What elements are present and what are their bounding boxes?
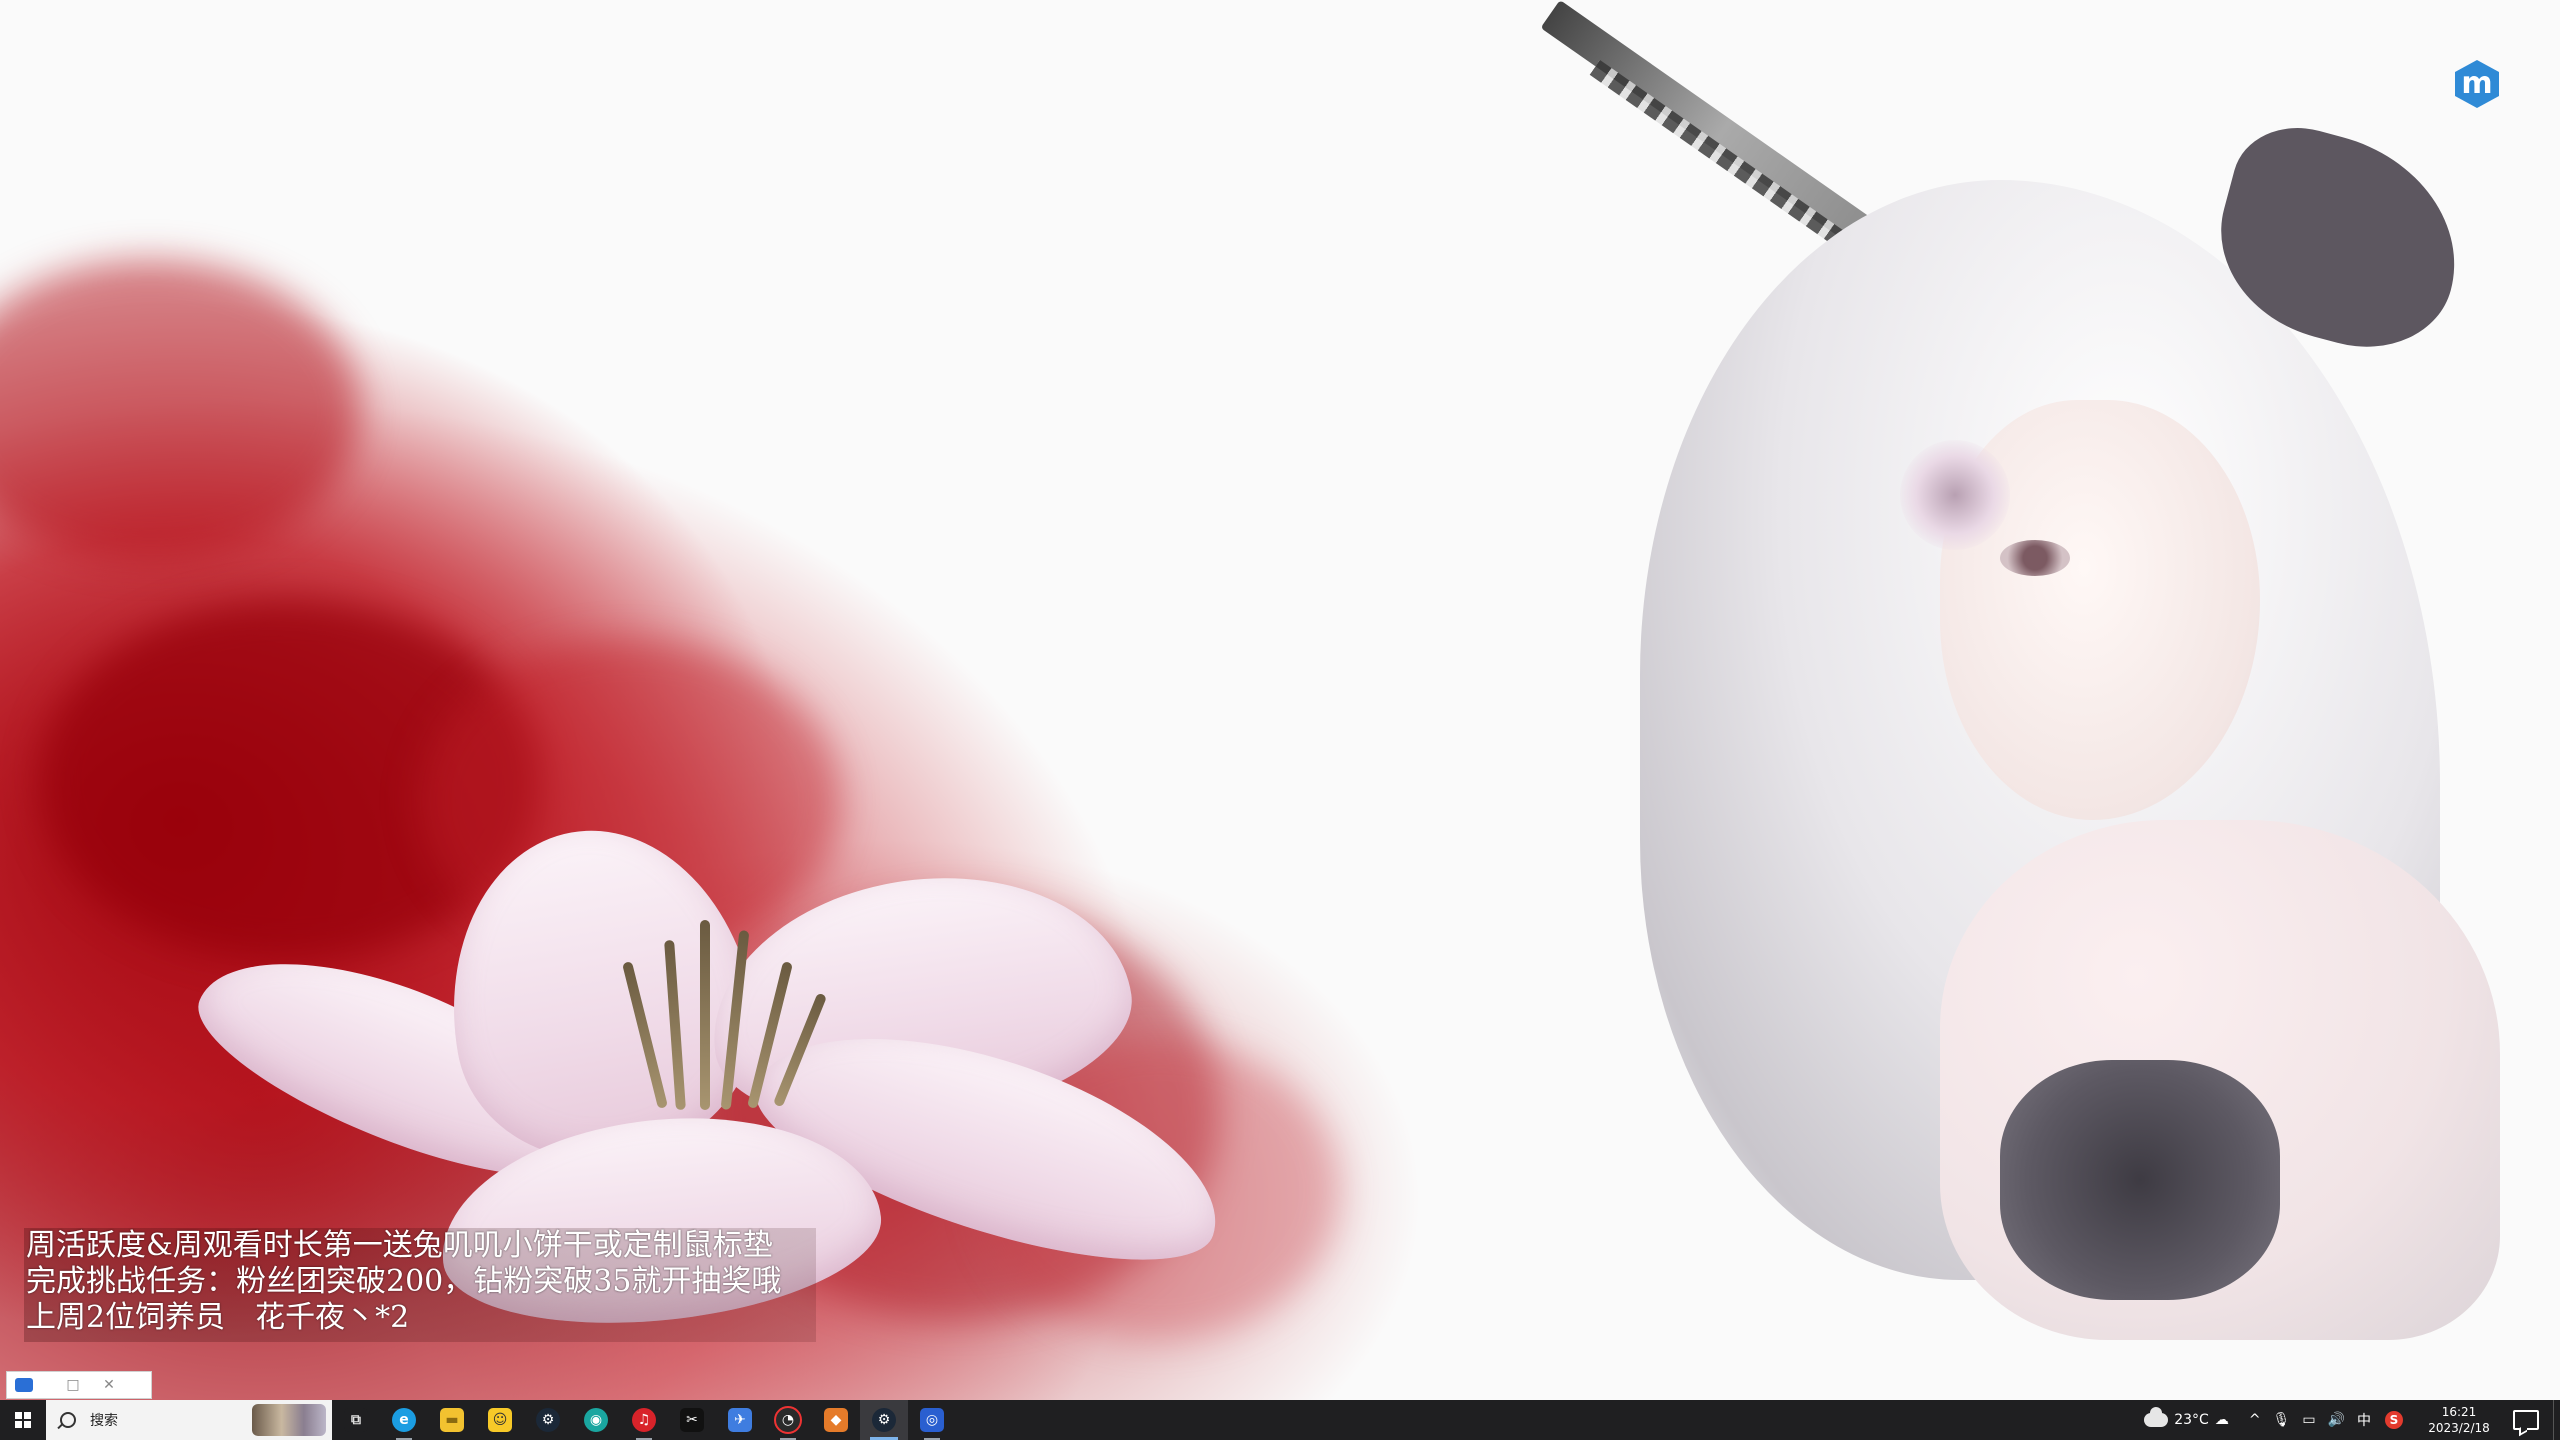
steam-icon: ⚙ xyxy=(872,1408,896,1432)
notification-center-icon[interactable] xyxy=(2513,1410,2539,1430)
temperature: 23°C xyxy=(2174,1412,2209,1428)
app-icon xyxy=(15,1378,33,1392)
taskbar-app-edge[interactable]: e xyxy=(380,1400,428,1440)
taskbar-app-qq-game[interactable]: ☺ xyxy=(476,1400,524,1440)
overlay-line: 上周2位饲养员 花千夜丶*2 xyxy=(26,1300,410,1335)
clock[interactable]: 16:21 2023/2/18 xyxy=(2421,1404,2497,1436)
taskbar-app-teal[interactable]: ◉ xyxy=(572,1400,620,1440)
steam-icon: ⚙ xyxy=(536,1408,560,1432)
ime-indicator[interactable]: 中 xyxy=(2357,1410,2371,1430)
edge-icon: e xyxy=(392,1408,416,1432)
show-desktop-button[interactable] xyxy=(2553,1400,2560,1440)
folder-icon: ▬ xyxy=(440,1408,464,1432)
corner-logo-icon[interactable]: m xyxy=(2455,60,2499,108)
bluebird-icon: ✈ xyxy=(728,1408,752,1432)
qq-game-icon: ☺ xyxy=(488,1408,512,1432)
netease-music-icon: ♫ xyxy=(632,1408,656,1432)
taskbar-app-obs[interactable]: ◎ xyxy=(908,1400,956,1440)
search-icon xyxy=(60,1412,76,1428)
taskbar-app-steam[interactable]: ⚙ xyxy=(524,1400,572,1440)
taskbar-app-clock[interactable]: ◔ xyxy=(764,1400,812,1440)
hair-flower xyxy=(1900,440,2010,550)
close-button[interactable]: ✕ xyxy=(91,1377,127,1393)
taskbar: 搜索 ⧉ e ▬ ☺ ⚙ ◉ ♫ ✂ ✈ ◔ ◆ ⚙ ◎ 23°C ☁ ^ 🎙 … xyxy=(0,1400,2560,1440)
ink-blot xyxy=(0,260,360,560)
task-view-icon: ⧉ xyxy=(344,1408,368,1432)
mini-window-titlebar[interactable]: □ ✕ xyxy=(6,1371,152,1399)
search-highlight-image xyxy=(252,1404,326,1436)
taskbar-app-bluebird[interactable]: ✈ xyxy=(716,1400,764,1440)
stream-overlay-text: 周活跃度&周观看时长第一送兔叽叽小饼干或定制鼠标垫 完成挑战任务：粉丝团突破20… xyxy=(24,1228,816,1342)
teal-app-icon: ◉ xyxy=(584,1408,608,1432)
orange-app-icon: ◆ xyxy=(824,1408,848,1432)
search-placeholder: 搜索 xyxy=(90,1413,118,1429)
weather-extra-icon: ☁ xyxy=(2214,1412,2229,1428)
cloud-icon xyxy=(2144,1407,2169,1427)
show-hidden-icons-button[interactable]: ^ xyxy=(2249,1412,2261,1428)
sogou-ime-icon[interactable]: S xyxy=(2385,1411,2403,1429)
anime-girl-illustration xyxy=(1520,112,2560,1400)
restore-button[interactable]: □ xyxy=(55,1377,91,1393)
clock-date: 2023/2/18 xyxy=(2428,1421,2490,1435)
clock-time: 16:21 xyxy=(2441,1405,2477,1419)
taskbar-app-steam-active[interactable]: ⚙ xyxy=(860,1400,908,1440)
volume-icon[interactable]: 🔊 xyxy=(2328,1412,2345,1428)
eye xyxy=(2000,540,2070,576)
task-view-button[interactable]: ⧉ xyxy=(332,1400,380,1440)
obs-icon: ◎ xyxy=(920,1408,944,1432)
weather-widget[interactable]: 23°C ☁ xyxy=(2144,1407,2235,1428)
overlay-line: 完成挑战任务：粉丝团突破200，钻粉突破35就开抽奖哦 xyxy=(26,1264,782,1299)
stamen xyxy=(700,920,710,1110)
taskbar-app-orange[interactable]: ◆ xyxy=(812,1400,860,1440)
start-button[interactable] xyxy=(0,1400,46,1440)
capcut-icon: ✂ xyxy=(680,1408,704,1432)
clock-app-icon: ◔ xyxy=(774,1406,802,1434)
taskbar-app-capcut[interactable]: ✂ xyxy=(668,1400,716,1440)
fur-sleeve xyxy=(2000,1060,2280,1300)
microphone-icon[interactable]: 🎙 xyxy=(2273,1412,2291,1428)
system-tray: 23°C ☁ ^ 🎙 ▭ 🔊 中 S 16:21 2023/2/18 xyxy=(2144,1400,2560,1440)
windows-logo-icon xyxy=(15,1412,31,1428)
search-box[interactable]: 搜索 xyxy=(46,1400,332,1440)
taskbar-app-file-explorer[interactable]: ▬ xyxy=(428,1400,476,1440)
network-icon[interactable]: ▭ xyxy=(2302,1412,2315,1428)
desktop-wallpaper: m xyxy=(0,0,2560,1400)
overlay-line: 周活跃度&周观看时长第一送兔叽叽小饼干或定制鼠标垫 xyxy=(26,1228,773,1263)
taskbar-app-netease-music[interactable]: ♫ xyxy=(620,1400,668,1440)
